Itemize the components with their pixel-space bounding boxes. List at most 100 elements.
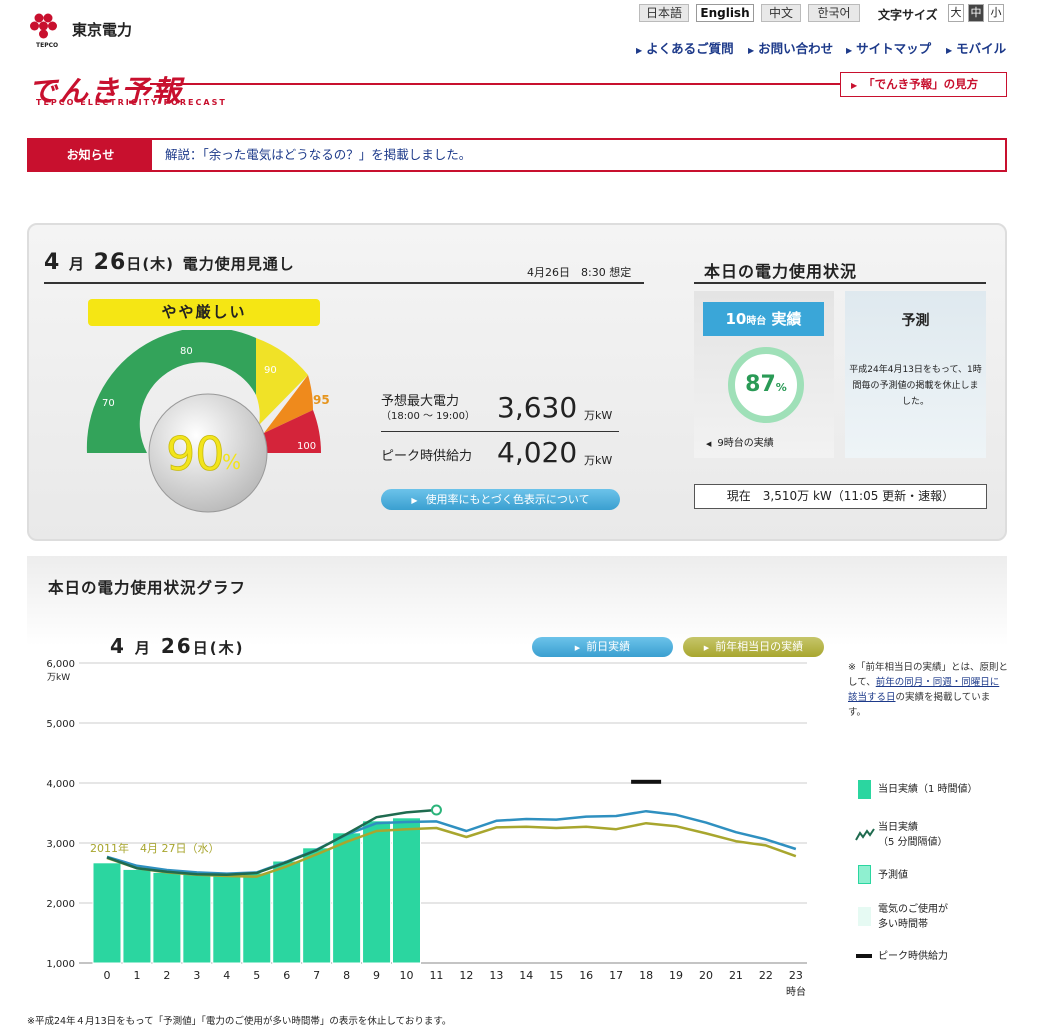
outlook-day-unit: 日 (126, 255, 143, 273)
legend-swatch-actual (858, 780, 871, 799)
legend-busy-line1: 電気のご使用が (878, 904, 948, 915)
x-tick-label: 17 (609, 969, 623, 982)
peak-demand-value: 3,630 (497, 391, 578, 424)
lang-korean[interactable]: 한국어 (808, 4, 860, 22)
usage-value: 87 (745, 372, 776, 397)
usage-gauge: 70 80 90 95 100 90 % (86, 330, 330, 513)
prev-day-label: 前日実績 (586, 640, 631, 653)
x-tick-label: 20 (699, 969, 713, 982)
x-tick-label: 13 (489, 969, 503, 982)
color-info-button[interactable]: ▶ 使用率にもとづく色表示について (381, 489, 620, 510)
prev-hour-link[interactable]: ◀ 9時台の実績 (706, 434, 774, 449)
bar-actual (362, 820, 392, 964)
y-tick-label: 4,000 (46, 779, 75, 790)
bar-actual (122, 868, 152, 964)
legend-actual: 当日実績（1 時間値） (878, 784, 978, 795)
gauge-pct-sign: % (222, 450, 241, 474)
x-tick-label: 16 (579, 969, 593, 982)
legend-swatch-busy (858, 907, 871, 926)
nav-mobile[interactable]: ▶ モバイル (946, 38, 1006, 57)
legend-forecast: 予測値 (878, 870, 908, 881)
assumed-time: 4月26日 8:30 想定 (527, 266, 632, 279)
lang-chinese[interactable]: 中文 (761, 4, 801, 22)
x-tick-label: 2 (163, 969, 170, 982)
triangle-right-icon: ▶ (574, 644, 581, 652)
font-size-small[interactable]: 小 (988, 4, 1004, 22)
lang-japanese[interactable]: 日本語 (639, 4, 689, 22)
triangle-right-icon: ▶ (748, 46, 755, 55)
gauge-tick-100: 100 (297, 441, 316, 452)
legend-5min-line2: （5 分間隔値） (878, 837, 948, 848)
x-tick-label: 1 (133, 969, 140, 982)
outlook-divider (44, 282, 644, 284)
prev-year-toggle[interactable]: ▶ 前年相当日の実績 (683, 637, 824, 657)
triangle-right-icon: ▶ (703, 644, 710, 652)
usage-chart: 1,0002,0003,0004,0005,0006,0000 1 2 3 4 5 6 7 8 9… (46, 659, 807, 998)
supply-label: ピーク時供給力 (381, 449, 473, 464)
gauge-value: 90 (166, 427, 225, 481)
x-tick-label: 19 (669, 969, 683, 982)
gauge-tick-70: 70 (102, 398, 115, 409)
x-tick-label: 5 (253, 969, 260, 982)
triangle-right-icon: ▶ (851, 81, 858, 90)
usage-ring: 87% (728, 347, 804, 423)
forecast-text: 平成24年4月13日をもって、1時間毎の予測値の掲載を休止しました。 (849, 365, 982, 407)
level-badge: やや厳しい (88, 299, 320, 326)
usage-pct: % (775, 381, 787, 394)
legend-busy-line2: 多い時間帯 (878, 919, 928, 930)
prev-day-toggle[interactable]: ▶ 前日実績 (532, 637, 673, 657)
x-tick-label: 11 (429, 969, 443, 982)
lang-english[interactable]: English (696, 4, 754, 22)
nav-sitemap[interactable]: ▶ サイトマップ (846, 38, 931, 57)
howto-link[interactable]: ▶ 「でんき予報」の見方 (840, 72, 1007, 97)
peak-demand-label: 予想最大電力 （18:00 ～ 19:00） (381, 395, 475, 424)
x-tick-label: 15 (549, 969, 563, 982)
notice-link[interactable]: 解説：「余った電気はどうなるの？」を掲載しました。 (165, 140, 471, 170)
x-tick-label: 8 (343, 969, 350, 982)
company-name-en: TEPCO (36, 42, 59, 49)
peak-demand-label-text: 予想最大電力 (381, 394, 460, 409)
nav-faq[interactable]: ▶ よくあるご質問 (636, 38, 734, 57)
outlook-dow: (木) (142, 255, 175, 273)
supply-value: 4,020 (497, 436, 578, 469)
chart-bars (92, 817, 421, 964)
x-tick-label: 12 (459, 969, 473, 982)
supply-unit: 万kW (584, 454, 613, 467)
chart-lines (106, 779, 797, 878)
notice-label: お知らせ (29, 140, 152, 170)
header-divider (150, 83, 840, 85)
bar-actual (242, 872, 272, 964)
x-tick-label: 22 (759, 969, 773, 982)
prev-year-label: 前年相当日の実績 (715, 640, 804, 653)
actual-header: 10時台 実績 (703, 302, 824, 336)
legend-5min-line1: 当日実績 (878, 822, 918, 833)
actual-label: 実績 (771, 310, 802, 328)
font-size-large[interactable]: 大 (948, 4, 964, 22)
actual-hour: 10 (725, 310, 747, 328)
bar-actual (182, 873, 212, 964)
legend-5min: 当日実績 （5 分間隔値） (878, 820, 948, 850)
x-tick-label: 0 (104, 969, 111, 982)
y-tick-label: 2,000 (46, 899, 75, 910)
font-size-label: 文字サイズ (878, 8, 938, 22)
legend-peak: ピーク時供給力 (878, 951, 948, 962)
nav-contact[interactable]: ▶ お問い合わせ (748, 38, 833, 57)
prev-year-note: ※「前年相当日の実績」とは、原則として、前年の同月・同週・同曜日に該当する日の実… (848, 660, 1008, 720)
font-size-medium[interactable]: 中 (968, 4, 984, 22)
graph-title: 本日の電力使用状況グラフ (48, 579, 247, 597)
prev-hour-label: 9時台の実績 (717, 438, 774, 449)
peak-demand-time: （18:00 ～ 19:00） (381, 411, 475, 422)
outlook-title-suffix: 電力使用見通し (182, 255, 295, 273)
triangle-right-icon: ▶ (411, 496, 418, 505)
nav-faq-label: よくあるご質問 (646, 41, 734, 56)
bar-actual (302, 847, 332, 964)
y-axis-unit: 万kW (47, 673, 70, 683)
peak-demand-unit: 万kW (584, 409, 613, 422)
peak-supply-mark (631, 779, 662, 784)
today-divider (694, 282, 986, 284)
brand-subtitle: TEPCO ELECTRICITY FORECAST (36, 98, 227, 107)
outlook-day: 26 (93, 250, 127, 275)
x-axis-label: 時台 (786, 985, 806, 998)
current-usage: 現在 3,510万 kW（11:05 更新・速報） (694, 484, 987, 509)
bar-actual (272, 860, 302, 964)
